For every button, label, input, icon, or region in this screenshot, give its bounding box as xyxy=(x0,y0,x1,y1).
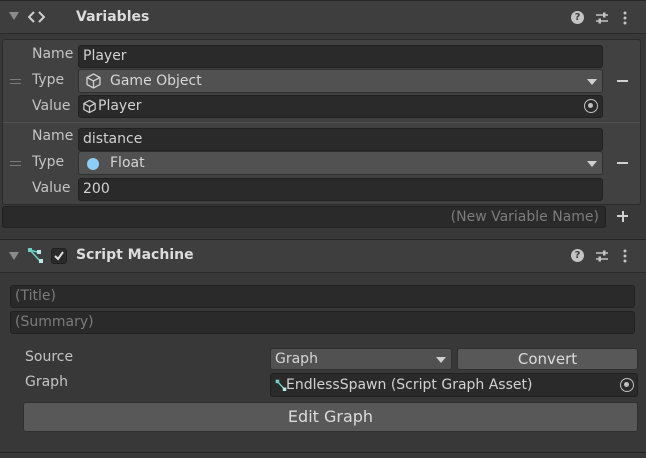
float-dot-icon xyxy=(87,158,99,170)
chevron-down-icon xyxy=(587,79,597,85)
summary-field[interactable]: (Summary) xyxy=(10,311,635,334)
checkmark-icon xyxy=(54,251,64,261)
script-machine-header[interactable]: Script Machine ? xyxy=(0,239,646,273)
value-label: Value xyxy=(32,98,71,114)
chevron-down-icon xyxy=(436,357,446,363)
new-variable-name-field[interactable]: (New Variable Name) xyxy=(2,206,606,228)
object-picker-icon[interactable] xyxy=(620,378,634,392)
enabled-checkbox[interactable] xyxy=(51,248,67,264)
foldout-arrow-icon[interactable] xyxy=(9,252,19,260)
name-field[interactable]: distance xyxy=(78,128,603,151)
type-value: Game Object xyxy=(110,73,202,89)
presets-icon[interactable] xyxy=(595,249,609,263)
type-label: Type xyxy=(32,72,65,88)
graph-asset-field[interactable]: EndlessSpawn (Script Graph Asset) xyxy=(270,373,638,397)
code-brackets-icon xyxy=(28,11,45,23)
source-dropdown[interactable]: Graph xyxy=(270,348,452,370)
component-divider xyxy=(0,452,646,453)
value-text: Player xyxy=(98,98,142,114)
type-value: Float xyxy=(110,155,145,171)
value-float-field[interactable]: 200 xyxy=(78,178,603,201)
type-dropdown[interactable]: Float xyxy=(78,151,603,175)
convert-button[interactable]: Convert xyxy=(457,348,638,370)
remove-variable-button[interactable] xyxy=(617,162,628,164)
type-label: Type xyxy=(32,154,65,170)
title-field[interactable]: (Title) xyxy=(10,285,635,308)
name-label: Name xyxy=(32,46,74,62)
source-value: Graph xyxy=(275,351,318,367)
cube-icon xyxy=(86,73,101,89)
name-label: Name xyxy=(32,128,74,144)
graph-label: Graph xyxy=(25,374,68,390)
script-machine-title: Script Machine xyxy=(76,247,194,263)
graph-asset-name: EndlessSpawn (Script Graph Asset) xyxy=(286,377,533,393)
edit-graph-button[interactable]: Edit Graph xyxy=(23,402,638,432)
value-label: Value xyxy=(32,180,71,196)
list-divider xyxy=(3,122,640,123)
type-dropdown[interactable]: Game Object xyxy=(78,69,603,93)
help-icon[interactable]: ? xyxy=(571,249,584,262)
kebab-menu-icon[interactable] xyxy=(622,11,628,25)
remove-variable-button[interactable] xyxy=(617,80,628,82)
script-graph-icon xyxy=(28,248,43,263)
drag-handle-icon[interactable] xyxy=(10,161,21,166)
help-icon[interactable]: ? xyxy=(571,11,584,24)
foldout-arrow-icon[interactable] xyxy=(9,12,19,20)
name-field[interactable]: Player xyxy=(78,45,603,68)
object-picker-icon[interactable] xyxy=(584,99,598,113)
kebab-menu-icon[interactable] xyxy=(622,249,628,263)
source-label: Source xyxy=(25,349,74,365)
variables-header[interactable]: Variables ? xyxy=(0,0,646,34)
chevron-down-icon xyxy=(587,161,597,167)
variables-title: Variables xyxy=(76,9,150,25)
cube-icon xyxy=(83,99,96,114)
drag-handle-icon[interactable] xyxy=(10,79,21,84)
value-object-field[interactable]: Player xyxy=(78,95,603,118)
presets-icon[interactable] xyxy=(595,11,609,25)
